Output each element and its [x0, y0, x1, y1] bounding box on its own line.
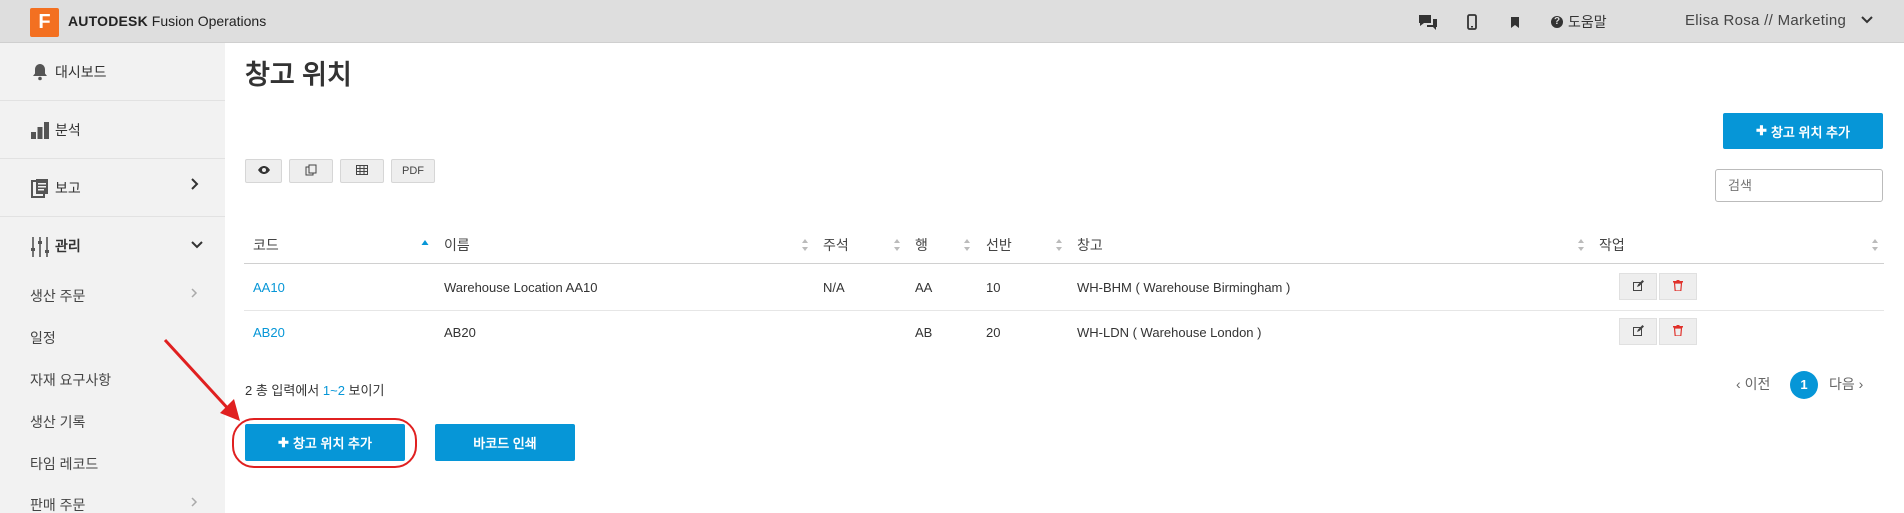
column-header-row[interactable]: 행	[915, 235, 928, 255]
sort-icon[interactable]	[963, 238, 971, 252]
brand-bold: AUTODESK	[68, 13, 148, 29]
info-text-c: 보이기	[344, 383, 385, 398]
row-name: Warehouse Location AA10	[444, 280, 598, 295]
annotation-highlight-ring	[232, 418, 417, 468]
column-header-actions[interactable]: 작업	[1599, 235, 1625, 255]
sort-asc-icon[interactable]	[421, 238, 429, 252]
sidebar-subitem-production-records[interactable]: 생산 기록	[30, 412, 85, 432]
eye-icon	[257, 165, 271, 178]
pagination-prev[interactable]: ‹ 이전	[1736, 374, 1770, 394]
brand-name: AUTODESK Fusion Operations	[68, 13, 266, 29]
row-divider	[244, 310, 1884, 311]
sort-icon[interactable]	[1055, 238, 1063, 252]
column-header-warehouse[interactable]: 창고	[1077, 235, 1103, 255]
row-note: N/A	[823, 280, 845, 295]
sort-icon[interactable]	[893, 238, 901, 252]
row-row: AB	[915, 325, 933, 340]
delete-button[interactable]	[1659, 273, 1697, 300]
sidebar-item-reports[interactable]: 보고	[0, 159, 225, 217]
help-icon: ?	[1551, 16, 1563, 28]
row-code-link[interactable]: AA10	[253, 280, 285, 295]
brand-product: Fusion Operations	[151, 13, 267, 29]
delete-button[interactable]	[1659, 318, 1697, 345]
column-visibility-button[interactable]	[245, 159, 282, 183]
chevron-right-icon	[190, 177, 200, 196]
chevron-down-icon[interactable]	[1860, 13, 1874, 32]
column-header-note[interactable]: 주석	[823, 235, 849, 255]
sort-icon[interactable]	[1871, 238, 1879, 252]
sort-icon[interactable]	[801, 238, 809, 252]
chevron-left-icon: ‹	[1736, 376, 1741, 392]
sidebar-subitem-sales-orders[interactable]: 판매 주문	[30, 495, 85, 513]
bell-icon	[30, 62, 50, 82]
sidebar-item-analysis[interactable]: 분석	[0, 101, 225, 159]
print-barcode-button[interactable]: 바코드 인쇄	[435, 424, 575, 461]
user-menu[interactable]: Elisa Rosa // Marketing	[1685, 12, 1846, 29]
copy-button[interactable]	[289, 159, 333, 183]
excel-export-button[interactable]	[340, 159, 384, 183]
trash-icon	[1673, 278, 1683, 296]
annotation-arrow	[163, 338, 240, 421]
edit-icon	[1632, 278, 1644, 296]
chevron-right-icon: ›	[1858, 376, 1864, 392]
mobile-icon[interactable]	[1460, 11, 1484, 33]
edit-button[interactable]	[1619, 273, 1657, 300]
table-info: 2 총 입력에서 1~2 보이기	[245, 380, 384, 399]
info-range: 1~2	[322, 383, 345, 398]
bookmark-icon[interactable]	[1503, 11, 1527, 33]
sort-icon[interactable]	[1577, 238, 1585, 252]
add-location-button-top[interactable]: ✚ 창고 위치 추가	[1723, 113, 1883, 149]
sidebar-label: 보고	[55, 179, 81, 196]
table-icon	[356, 164, 368, 178]
search-input[interactable]	[1715, 169, 1883, 202]
help-label: 도움말	[1568, 14, 1607, 30]
chat-icon[interactable]	[1416, 11, 1440, 33]
row-row: AA	[915, 280, 933, 295]
column-header-code[interactable]: 코드	[253, 235, 279, 255]
chevron-right-icon	[190, 287, 198, 302]
sidebar-label: 분석	[55, 121, 81, 138]
column-header-name[interactable]: 이름	[444, 235, 470, 255]
pagination-next[interactable]: 다음 ›	[1829, 374, 1863, 394]
add-location-label: 창고 위치 추가	[1770, 124, 1850, 140]
edit-button[interactable]	[1619, 318, 1657, 345]
chevron-right-icon	[190, 496, 198, 511]
sidebar-item-dashboard[interactable]: 대시보드	[0, 43, 225, 101]
print-barcode-label: 바코드 인쇄	[473, 436, 537, 451]
page-title: 창고 위치	[245, 60, 352, 90]
help-link[interactable]: ? 도움말	[1551, 12, 1607, 32]
fusion-logo[interactable]: F	[30, 8, 59, 37]
sidebar-label: 대시보드	[55, 63, 107, 80]
row-warehouse: WH-BHM ( Warehouse Birmingham )	[1077, 280, 1291, 295]
pdf-export-button[interactable]: PDF	[391, 159, 435, 183]
row-shelf: 10	[986, 280, 1001, 295]
sliders-icon	[30, 236, 50, 257]
edit-icon	[1632, 323, 1644, 341]
row-warehouse: WH-LDN ( Warehouse London )	[1077, 325, 1262, 340]
info-text-a: 2 총 입력에서	[245, 383, 323, 398]
top-bar: F AUTODESK Fusion Operations ? 도움말 Elisa…	[0, 0, 1904, 43]
plus-icon: ✚	[1756, 123, 1767, 138]
report-icon	[30, 178, 50, 198]
table-header-divider	[244, 263, 1884, 264]
bar-chart-icon	[30, 120, 50, 140]
prev-label: 이전	[1744, 376, 1771, 392]
next-label: 다음	[1829, 376, 1855, 392]
sidebar-subitem-production-orders[interactable]: 생산 주문	[30, 286, 85, 306]
sidebar-subitem-schedule[interactable]: 일정	[30, 328, 56, 348]
column-header-shelf[interactable]: 선반	[986, 235, 1012, 255]
sidebar-subitem-material-requirements[interactable]: 자재 요구사항	[30, 370, 111, 390]
sidebar-item-management[interactable]: 관리	[0, 217, 225, 275]
row-shelf: 20	[986, 325, 1001, 340]
trash-icon	[1673, 323, 1683, 341]
row-name: AB20	[444, 325, 476, 340]
sidebar-subitem-time-records[interactable]: 타임 레코드	[30, 454, 98, 474]
pagination-page-current[interactable]: 1	[1790, 371, 1818, 399]
sidebar-label: 관리	[55, 238, 81, 254]
row-code-link[interactable]: AB20	[253, 325, 285, 340]
sidebar: 대시보드 분석 보고 관리 생산 주문 일정 자재 요구사항 생산 기록 타임 …	[0, 43, 225, 513]
chevron-down-icon	[190, 237, 204, 255]
copy-icon	[305, 164, 317, 179]
